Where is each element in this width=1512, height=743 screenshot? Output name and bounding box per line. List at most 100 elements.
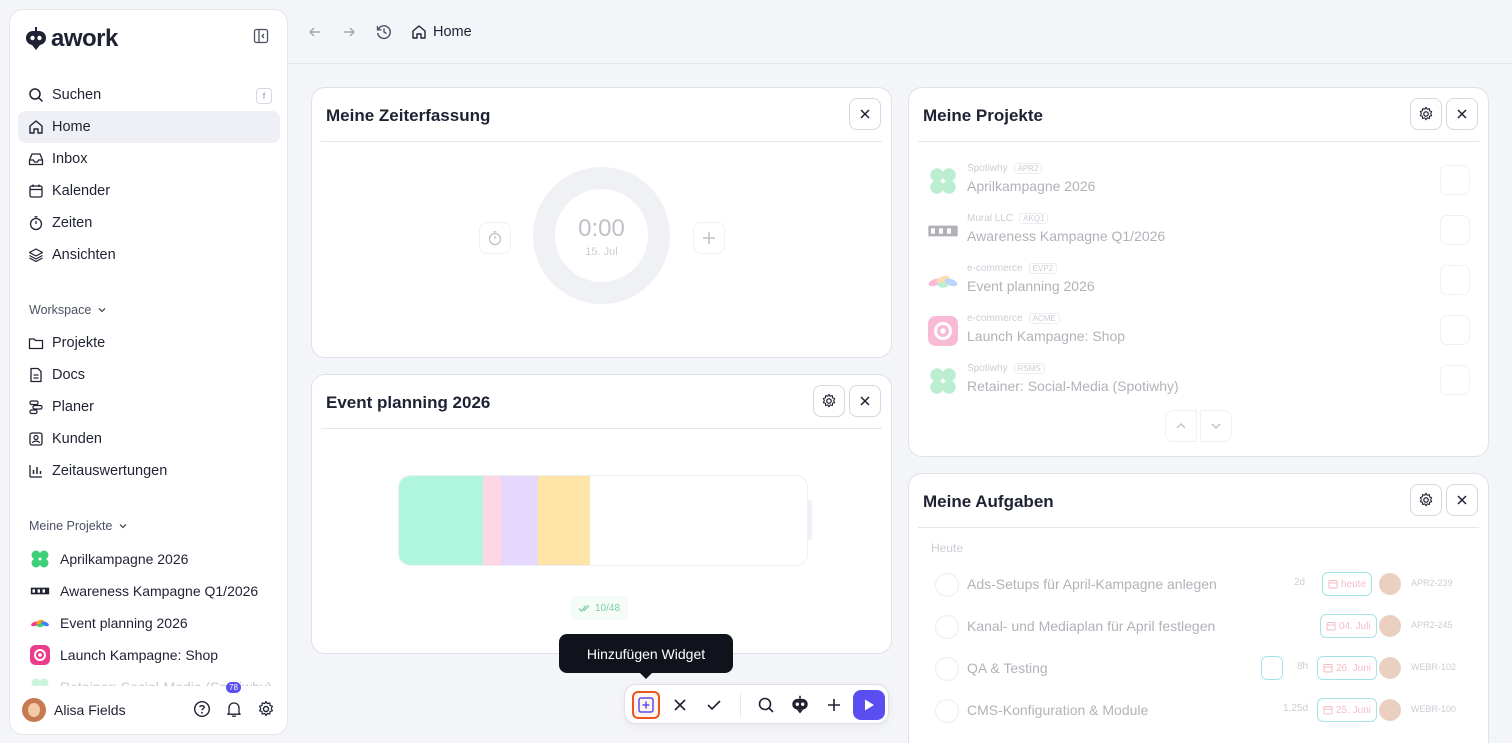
project-row[interactable]: Spotiwhy APR2 Aprilkampagne 2026 — [927, 161, 1470, 201]
logo-text: awork — [51, 25, 118, 52]
nav-item-planer[interactable]: Planer — [18, 391, 280, 423]
add-widget-button[interactable] — [632, 691, 660, 719]
task-checkbox[interactable] — [935, 657, 959, 681]
help-icon[interactable] — [193, 700, 211, 718]
nav-item-zeiten[interactable]: Zeiten — [18, 207, 280, 239]
project-item[interactable]: Launch Kampagne: Shop — [18, 639, 280, 671]
project-item[interactable]: Awareness Kampagne Q1/2026 — [18, 575, 280, 607]
gear-icon[interactable] — [257, 700, 275, 718]
project-item[interactable]: Aprilkampagne 2026 — [18, 543, 280, 575]
task-key: WEBR-100 — [1411, 704, 1457, 714]
project-row[interactable]: e-commerce EVP2 Event planning 2026 — [927, 261, 1470, 301]
task-duration: 2d — [1294, 577, 1306, 588]
cancel-button[interactable] — [666, 691, 694, 719]
clover-icon — [930, 168, 956, 194]
user-bar-actions — [193, 700, 275, 718]
my-projects-section-header[interactable]: Meine Projekte — [29, 519, 128, 533]
close-widget-button[interactable] — [849, 385, 881, 417]
project-row[interactable]: Mural LLC AKQ1 Awareness Kampagne Q1/2026 — [927, 211, 1470, 251]
gear-icon — [822, 393, 836, 408]
more-options-button[interactable] — [1440, 215, 1470, 245]
task-checkbox[interactable] — [935, 573, 959, 597]
workspace-label: Workspace — [29, 303, 92, 317]
avatar[interactable] — [22, 698, 46, 722]
project-name: Event planning 2026 — [967, 278, 1095, 294]
timer-start-button[interactable] — [479, 222, 511, 254]
timer-date: 15. Jul — [585, 246, 618, 258]
chart-icon — [29, 465, 42, 478]
page-down-button[interactable] — [1200, 410, 1232, 442]
more-options-button[interactable] — [1440, 315, 1470, 345]
history-icon[interactable] — [375, 23, 393, 41]
bell-icon[interactable] — [225, 700, 243, 718]
task-key: APR2-239 — [1411, 578, 1453, 588]
nav-item-zeitauswertungen[interactable]: Zeitauswertungen — [18, 455, 280, 487]
task-due-date[interactable]: 26. Juni — [1317, 656, 1378, 680]
task-checkbox[interactable] — [935, 699, 959, 723]
breadcrumb[interactable]: Home — [411, 24, 472, 40]
nav-item-inbox[interactable]: Inbox — [18, 143, 280, 175]
more-options-button[interactable] — [1440, 365, 1470, 395]
collapse-sidebar-icon[interactable] — [253, 28, 273, 48]
nav-label-zeiten: Zeiten — [52, 215, 93, 231]
project-progress-widget: Event planning 2026 10/48 — [311, 374, 892, 654]
tasks-list: Heute Ads-Setups für April-Kampagne anle… — [909, 474, 1488, 743]
avatar[interactable] — [1379, 699, 1401, 721]
calendar-icon — [1326, 622, 1336, 631]
nav-label-home: Home — [52, 119, 91, 135]
add-time-entry-button[interactable] — [693, 222, 725, 254]
calendar-icon — [1328, 580, 1338, 589]
more-options-button[interactable] — [1440, 265, 1470, 295]
arrow-back-icon[interactable] — [307, 24, 323, 40]
task-key: APR2-245 — [1411, 620, 1453, 630]
nav-item-docs[interactable]: Docs — [18, 359, 280, 391]
arrow-forward-icon[interactable] — [341, 24, 357, 40]
ai-assistant-button[interactable] — [786, 691, 814, 719]
task-row[interactable]: QA & Testing 8h 26. Juni WEBR-102 — [931, 648, 1468, 690]
avatar[interactable] — [1379, 615, 1401, 637]
timer-time: 0:00 — [578, 215, 625, 242]
project-label: Event planning 2026 — [60, 615, 188, 631]
nav-item-kunden[interactable]: Kunden — [18, 423, 280, 455]
nav-label-inbox: Inbox — [52, 151, 88, 167]
project-item[interactable]: Event planning 2026 — [18, 607, 280, 639]
nav-item-ansichten[interactable]: Ansichten — [18, 239, 280, 271]
more-options-button[interactable] — [1440, 165, 1470, 195]
task-checkbox[interactable] — [935, 615, 959, 639]
task-due-date[interactable]: 25. Juni — [1317, 698, 1378, 722]
project-row[interactable]: e-commerce ACME Launch Kampagne: Shop — [927, 311, 1470, 351]
avatar[interactable] — [1379, 573, 1401, 595]
user-name[interactable]: Alisa Fields — [54, 702, 126, 718]
project-row[interactable]: Spotiwhy RSMS Retainer: Social-Media (Spo… — [927, 361, 1470, 401]
task-due-date[interactable]: heute — [1322, 572, 1373, 596]
task-row[interactable]: CMS-Konfiguration & Module 1,25d 25. Jun… — [931, 690, 1468, 732]
search-button[interactable] — [752, 691, 780, 719]
task-name: QA & Testing — [967, 660, 1048, 676]
chevron-down-icon — [1211, 423, 1221, 429]
flag-icon[interactable] — [1261, 656, 1283, 680]
task-due-date[interactable]: 04. Juli — [1320, 614, 1377, 638]
widget-settings-button[interactable] — [813, 385, 845, 417]
workspace-nav: Projekte Docs Planer Kunden Zeitauswertu… — [18, 327, 280, 487]
workspace-section-header[interactable]: Workspace — [29, 303, 107, 317]
nav-item-home[interactable]: Home — [18, 111, 280, 143]
task-row[interactable]: Ads-Setups für April-Kampagne anlegen 2d… — [931, 564, 1468, 606]
search-item[interactable]: Suchen f — [18, 79, 280, 111]
sidebar: awork Suchen f Home Inbox Kalender Zeite… — [9, 9, 288, 735]
awork-logo[interactable]: awork — [25, 25, 118, 53]
progress-segment — [483, 476, 501, 565]
chevron-down-icon — [119, 524, 127, 529]
nav-item-projekte[interactable]: Projekte — [18, 327, 280, 359]
task-row[interactable]: Kanal- und Mediaplan für April festlegen… — [931, 606, 1468, 648]
nav-label-docs: Docs — [52, 367, 86, 383]
start-timer-button[interactable] — [853, 690, 885, 720]
page-up-button[interactable] — [1165, 410, 1197, 442]
nav-item-kalender[interactable]: Kalender — [18, 175, 280, 207]
confirm-button[interactable] — [700, 691, 728, 719]
home-icon — [29, 120, 43, 134]
chevron-down-icon — [98, 308, 106, 313]
avatar[interactable] — [1379, 657, 1401, 679]
project-name: Awareness Kampagne Q1/2026 — [967, 228, 1166, 244]
task-name: Ads-Setups für April-Kampagne anlegen — [967, 576, 1217, 592]
create-button[interactable] — [820, 691, 848, 719]
